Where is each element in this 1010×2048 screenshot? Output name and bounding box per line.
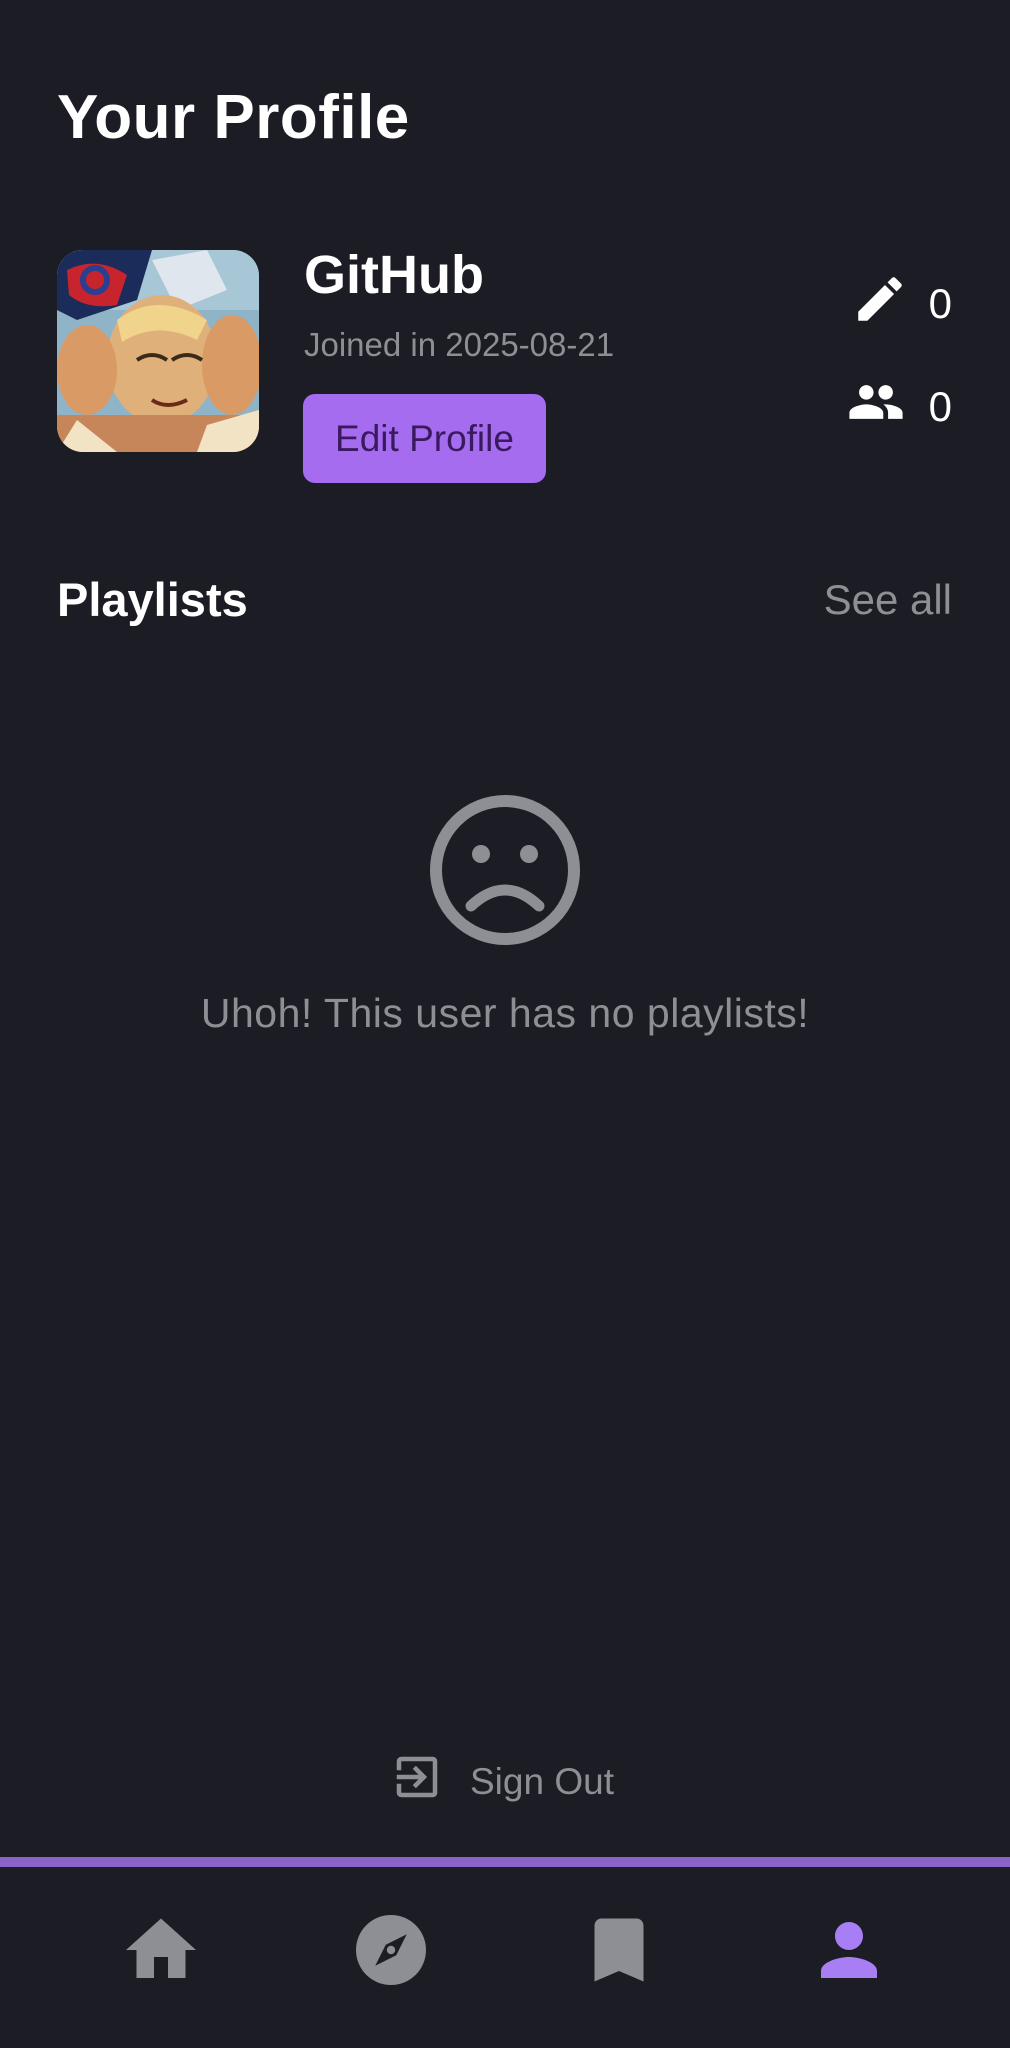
joined-date: Joined in 2025-08-21	[304, 326, 615, 363]
bottom-navigation	[0, 1867, 1010, 2048]
nav-saved[interactable]	[574, 1907, 664, 1997]
playlists-heading: Playlists	[57, 573, 248, 626]
edit-profile-button[interactable]: Edit Profile	[303, 394, 546, 483]
pencil-icon	[851, 270, 909, 338]
exit-icon	[390, 1750, 444, 1813]
bookmark-icon	[577, 1908, 661, 1997]
compass-icon	[349, 1908, 433, 1997]
posts-stat: 0	[851, 270, 952, 338]
username: GitHub	[304, 245, 484, 305]
followers-stat: 0	[843, 373, 952, 441]
page-title: Your Profile	[57, 83, 410, 152]
sign-out-button[interactable]: Sign Out	[390, 1750, 614, 1813]
home-icon	[119, 1908, 203, 1997]
followers-count: 0	[928, 383, 952, 430]
nav-divider	[0, 1857, 1010, 1867]
nav-home[interactable]	[116, 1907, 206, 1997]
posts-count: 0	[928, 280, 952, 327]
nav-profile[interactable]	[804, 1907, 894, 1997]
nav-explore[interactable]	[346, 1907, 436, 1997]
sign-out-label: Sign Out	[470, 1760, 614, 1802]
person-icon	[807, 1908, 891, 1997]
empty-playlists-message: Uhoh! This user has no playlists!	[200, 990, 810, 1036]
avatar[interactable]	[57, 250, 259, 452]
see-all-link[interactable]: See all	[824, 576, 952, 624]
people-icon	[843, 373, 909, 441]
sad-face-icon	[429, 794, 581, 951]
